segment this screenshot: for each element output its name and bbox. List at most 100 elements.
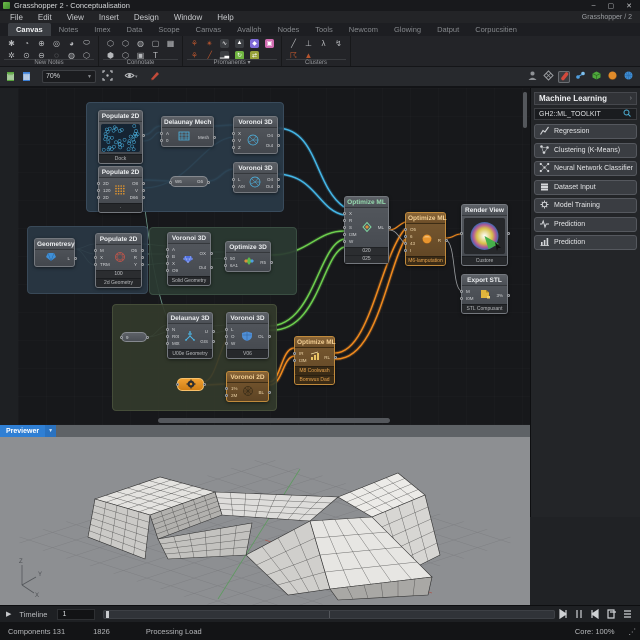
sphere-icon[interactable]: ◍ <box>133 37 148 49</box>
sidebar-item-regression-0[interactable]: Regression <box>534 124 637 139</box>
port-in[interactable]: X <box>345 210 357 217</box>
port-in[interactable]: 2D <box>99 194 111 201</box>
tab-nodes-7[interactable]: Nodes <box>270 23 308 36</box>
pill-red-icon[interactable] <box>558 71 570 83</box>
port-in[interactable]: I <box>406 247 416 254</box>
walker-red-icon[interactable]: ⚘ <box>187 37 202 49</box>
port-dot[interactable] <box>213 136 216 139</box>
tab-tools-8[interactable]: Tools <box>307 23 341 36</box>
port-dot[interactable] <box>225 335 228 338</box>
previewer-tab[interactable]: Previewer <box>0 425 45 437</box>
node-voronoi3d-a[interactable]: Voronoi 3D X V Z O4 Out <box>233 116 278 154</box>
port-dot[interactable] <box>225 342 228 345</box>
port-dot[interactable] <box>166 255 169 258</box>
port-in[interactable]: 43 <box>406 240 416 247</box>
port-dot[interactable] <box>232 185 235 188</box>
sidebar-item-model-training-4[interactable]: Model Training <box>534 198 637 213</box>
port-out[interactable]: OL <box>258 333 268 340</box>
port-dot[interactable] <box>460 297 463 300</box>
relay-relay-9[interactable]: 9 <box>121 332 147 342</box>
hexnut-icon[interactable]: ⬡ <box>103 37 118 49</box>
port-in[interactable]: X <box>168 260 178 267</box>
port-dot[interactable] <box>404 249 407 252</box>
port-in[interactable]: X <box>96 254 110 261</box>
menu-insert[interactable]: Insert <box>99 13 119 22</box>
port-in[interactable]: 50 <box>226 255 238 262</box>
port-in[interactable]: V <box>234 137 241 144</box>
port-in[interactable]: I0M <box>462 295 474 302</box>
port-dot[interactable] <box>225 328 228 331</box>
sidebar-item-dataset-input-3[interactable]: Dataset Input <box>534 180 637 195</box>
port-dot[interactable] <box>224 257 227 260</box>
linechart-icon[interactable]: ∿ <box>217 37 232 49</box>
port-out[interactable]: R5 <box>260 259 270 266</box>
port-in[interactable]: M0t <box>168 340 180 347</box>
component-pink-icon[interactable]: ▣ <box>262 37 277 49</box>
port-dot[interactable] <box>445 239 448 242</box>
port-dot[interactable] <box>97 196 100 199</box>
port-dot[interactable] <box>94 263 97 266</box>
port-out[interactable]: Out <box>199 264 210 271</box>
port-dot[interactable] <box>97 182 100 185</box>
port-dot[interactable] <box>277 144 280 147</box>
node-geometry[interactable]: Geometresy L <box>34 238 75 267</box>
port-in[interactable]: A <box>162 130 169 137</box>
globe-blue-icon[interactable] <box>622 71 634 83</box>
node-optimizeml-bottom[interactable]: Optimize ML IR I3M RL M8 Coolwash Bornwus Dad <box>294 336 335 385</box>
cube-green-icon[interactable] <box>590 71 602 83</box>
node-export-stl[interactable]: Export STL M I0M 3% STL Compusant <box>461 274 508 314</box>
port-dot[interactable] <box>160 139 163 142</box>
node-delaunay-mech[interactable]: Delaunay Mech A 0 Mesh <box>161 116 214 147</box>
port-in[interactable]: 2D <box>99 180 111 187</box>
port-in[interactable]: A0I <box>234 183 245 190</box>
port-in[interactable]: W <box>345 238 357 245</box>
port-dot[interactable] <box>277 178 280 181</box>
sidebar-item-prediction-6[interactable]: Prediction <box>534 235 637 250</box>
port-in[interactable]: 1% <box>227 385 238 392</box>
port-out[interactable]: O4 <box>266 132 277 139</box>
port-in[interactable]: 6A1 <box>226 262 238 269</box>
menu-view[interactable]: View <box>67 13 84 22</box>
maximize-button[interactable]: ▢ <box>608 2 615 10</box>
user-icon[interactable] <box>526 71 538 83</box>
loop-icon[interactable]: ↯ <box>331 37 346 49</box>
menu-file[interactable]: File <box>10 13 23 22</box>
port-dot[interactable] <box>232 132 235 135</box>
port-in[interactable]: I3M <box>345 231 357 238</box>
node-canvas[interactable]: Populate 2D Dock Delaunay Mech A 0 Mesh Vorono… <box>18 88 530 425</box>
port-out[interactable]: 3% <box>496 292 507 299</box>
port-in[interactable]: R <box>345 217 357 224</box>
tab-avalloh-6[interactable]: Avalloh <box>229 23 269 36</box>
play-icon[interactable]: ▶ <box>6 610 11 618</box>
port-out[interactable]: R <box>438 237 445 244</box>
close-button[interactable]: ✕ <box>626 2 632 10</box>
circle-target-icon[interactable]: ◎ <box>49 37 64 49</box>
port-dot[interactable] <box>343 212 346 215</box>
skip-back-button[interactable] <box>559 609 568 619</box>
port-dot[interactable] <box>268 335 271 338</box>
node-voronoi2d[interactable]: Voronoi 2D 1% 2M BL <box>226 371 269 402</box>
port-dot[interactable] <box>232 139 235 142</box>
tab-scope-4[interactable]: Scope <box>150 23 187 36</box>
port-out[interactable]: Out <box>266 142 277 149</box>
port-dot[interactable] <box>293 359 296 362</box>
port-dot[interactable] <box>277 185 280 188</box>
circle-plus-icon[interactable]: ⊕ <box>34 37 49 49</box>
port-in[interactable]: 120 <box>99 187 111 194</box>
port-dot[interactable] <box>293 352 296 355</box>
port-dot[interactable] <box>460 290 463 293</box>
capsule-icon[interactable]: ⬭ <box>79 37 94 49</box>
port-out[interactable]: L <box>67 255 74 262</box>
circle-ccw-icon[interactable]: ◕ <box>64 37 79 49</box>
port-in[interactable]: M <box>462 288 474 295</box>
port-dot[interactable] <box>166 269 169 272</box>
port-dot[interactable] <box>166 248 169 251</box>
menu-button[interactable] <box>623 609 632 619</box>
spark-red-icon[interactable]: ✴ <box>202 37 217 49</box>
port-dot[interactable] <box>507 294 510 297</box>
tab-canvas-0[interactable]: Canvas <box>8 23 51 36</box>
port-in[interactable]: W <box>227 340 235 347</box>
port-dot[interactable] <box>166 342 169 345</box>
gear-icon[interactable]: ✱ <box>4 37 19 49</box>
relay-relay-gear[interactable] <box>177 378 204 391</box>
